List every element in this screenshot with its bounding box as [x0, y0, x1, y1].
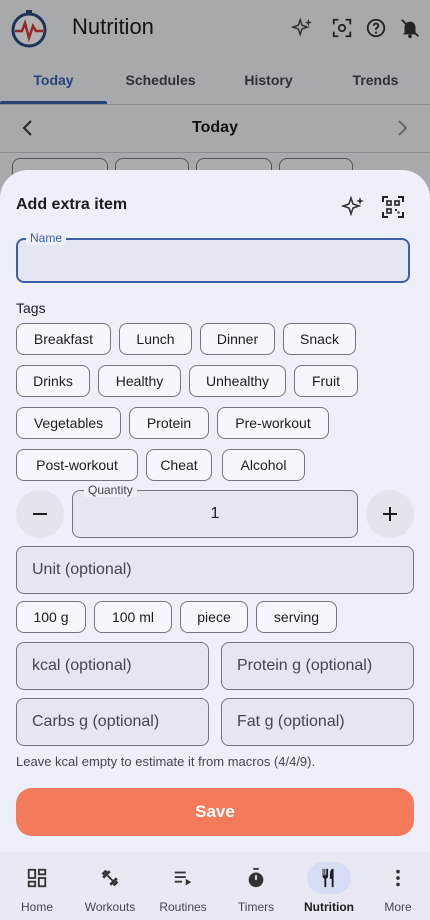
protein-placeholder: Protein g (optional): [237, 657, 373, 674]
tag-chip-snack[interactable]: Snack: [283, 323, 356, 355]
fat-field[interactable]: Fat g (optional): [221, 698, 414, 746]
kcal-field[interactable]: kcal (optional): [16, 642, 209, 690]
save-button[interactable]: Save: [16, 788, 414, 836]
unit-placeholder: Unit (optional): [32, 561, 132, 578]
nav-item-workouts[interactable]: Workouts: [74, 852, 146, 920]
tag-chip-cheat[interactable]: Cheat: [146, 449, 212, 481]
carbs-placeholder: Carbs g (optional): [32, 713, 160, 730]
tag-chip-post-workout[interactable]: Post-workout: [16, 449, 138, 481]
tag-chip-vegetables[interactable]: Vegetables: [16, 407, 121, 439]
dashboard-icon: [15, 862, 59, 894]
unit-chip-100g[interactable]: 100 g: [16, 601, 86, 633]
tag-chip-lunch[interactable]: Lunch: [119, 323, 192, 355]
tags-label: Tags: [16, 300, 46, 316]
unit-chip-100ml[interactable]: 100 ml: [94, 601, 172, 633]
nav-item-home[interactable]: Home: [1, 852, 73, 920]
nav-item-routines[interactable]: Routines: [147, 852, 219, 920]
tag-chip-unhealthy[interactable]: Unhealthy: [189, 365, 286, 397]
tag-chip-dinner[interactable]: Dinner: [200, 323, 275, 355]
decrement-quantity-button[interactable]: [16, 490, 64, 538]
more-vert-icon: [376, 862, 420, 894]
tag-chip-fruit[interactable]: Fruit: [294, 365, 358, 397]
fork-knife-icon: [307, 862, 351, 894]
nav-item-timers[interactable]: Timers: [220, 852, 292, 920]
carbs-field[interactable]: Carbs g (optional): [16, 698, 209, 746]
name-field[interactable]: [16, 238, 410, 283]
quantity-field[interactable]: 1: [72, 490, 358, 538]
fat-placeholder: Fat g (optional): [237, 713, 345, 730]
qr-scan-icon[interactable]: [380, 194, 406, 220]
nav-label-more: More: [384, 900, 412, 914]
bottom-navigation: Home Workouts Routines Timers Nutrition …: [0, 852, 430, 920]
plus-icon: [383, 507, 397, 521]
kcal-placeholder: kcal (optional): [32, 657, 132, 674]
tag-chip-drinks[interactable]: Drinks: [16, 365, 90, 397]
add-item-sheet: Add extra item Name Tags Breakfast Lunch…: [0, 170, 430, 852]
dumbbell-icon: [88, 862, 132, 894]
unit-chip-serving[interactable]: serving: [256, 601, 337, 633]
tag-chip-healthy[interactable]: Healthy: [98, 365, 181, 397]
protein-field[interactable]: Protein g (optional): [221, 642, 414, 690]
playlist-icon: [161, 862, 205, 894]
tag-chip-alcohol[interactable]: Alcohol: [222, 449, 305, 481]
nav-item-more[interactable]: More: [362, 852, 430, 920]
name-input[interactable]: [28, 248, 402, 276]
stopwatch-icon: [234, 862, 278, 894]
tag-chip-protein[interactable]: Protein: [129, 407, 209, 439]
tag-chip-breakfast[interactable]: Breakfast: [16, 323, 111, 355]
quantity-label: Quantity: [84, 483, 137, 497]
unit-field[interactable]: Unit (optional): [16, 546, 414, 594]
unit-chip-piece[interactable]: piece: [180, 601, 248, 633]
kcal-hint: Leave kcal empty to estimate it from mac…: [16, 754, 316, 769]
minus-icon: [33, 513, 47, 515]
sparkles-icon[interactable]: [340, 194, 366, 220]
tag-chip-pre-workout[interactable]: Pre-workout: [217, 407, 329, 439]
quantity-value[interactable]: 1: [73, 505, 357, 523]
name-field-label: Name: [26, 231, 67, 245]
increment-quantity-button[interactable]: [366, 490, 414, 538]
sheet-title: Add extra item: [16, 196, 128, 213]
